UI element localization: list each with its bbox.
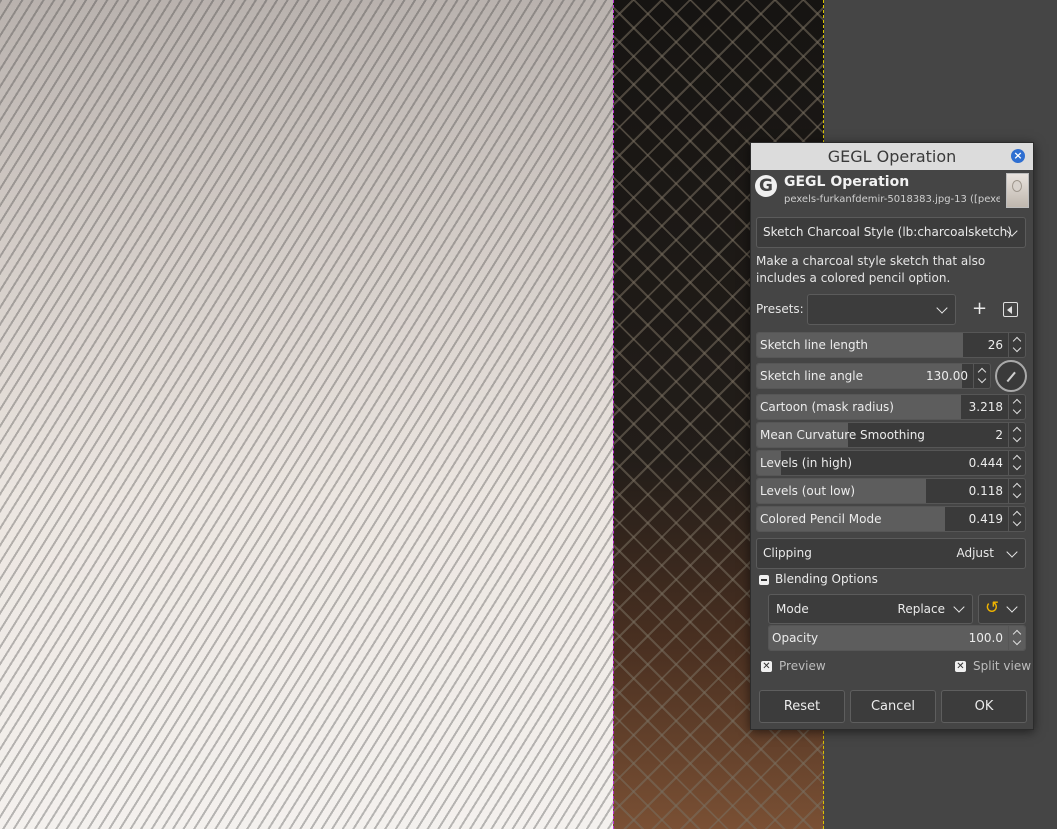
slider-label: Sketch line angle [760, 369, 864, 383]
spin-buttons[interactable] [1008, 395, 1025, 419]
add-preset-icon[interactable]: + [972, 300, 987, 318]
gegl-operation-dialog: GEGL Operation × G GEGL Operation pexels… [750, 142, 1034, 730]
spin-buttons[interactable] [1008, 333, 1025, 357]
header-title: GEGL Operation [784, 174, 910, 190]
levels-in-high-slider[interactable]: Levels (in high) 0.444 [756, 450, 1026, 476]
ok-button[interactable]: OK [941, 690, 1027, 723]
clipping-label: Clipping [763, 546, 812, 560]
clipping-value: Adjust [956, 546, 994, 560]
slider-value[interactable]: 26 [988, 333, 1003, 357]
slider-label: Opacity [772, 631, 819, 645]
spin-buttons[interactable] [1008, 479, 1025, 503]
sketch-line-angle-slider[interactable]: Sketch line angle 130.00 [756, 363, 991, 389]
blending-options-label[interactable]: Blending Options [775, 572, 878, 586]
header-image-name: pexels-furkanfdemir-5018383.jpg-13 ([pex… [784, 194, 1000, 205]
spin-buttons[interactable] [1008, 626, 1025, 650]
operation-select-value: Sketch Charcoal Style (lb:charcoalsketch… [763, 225, 1012, 239]
cancel-button[interactable]: Cancel [850, 690, 936, 723]
split-view-label: Split view [973, 659, 1032, 673]
spin-buttons[interactable] [1008, 451, 1025, 475]
angle-dial[interactable] [995, 360, 1027, 392]
undo-icon: ↺ [985, 598, 1000, 618]
mean-curvature-smoothing-slider[interactable]: Mean Curvature Smoothing 2 [756, 422, 1026, 448]
preview-effect-region [0, 0, 613, 829]
slider-value[interactable]: 130.00 [926, 364, 968, 388]
colored-pencil-mode-slider[interactable]: Colored Pencil Mode 0.419 [756, 506, 1026, 532]
dialog-title: GEGL Operation [827, 147, 957, 166]
chevron-down-icon [953, 601, 965, 613]
chevron-down-icon [1006, 546, 1018, 558]
slider-label: Mean Curvature Smoothing [760, 428, 925, 442]
slider-value[interactable]: 3.218 [969, 395, 1003, 419]
reset-button[interactable]: Reset [759, 690, 845, 723]
slider-label: Cartoon (mask radius) [760, 400, 894, 414]
gimp-logo-icon: G [755, 175, 777, 197]
presets-select[interactable] [807, 294, 956, 325]
spin-buttons[interactable] [1008, 507, 1025, 531]
slider-value[interactable]: 0.419 [969, 507, 1003, 531]
chevron-down-icon [1006, 601, 1018, 613]
image-canvas[interactable] [0, 0, 824, 829]
presets-label: Presets: [756, 302, 804, 316]
blend-mode-reset-button[interactable]: ↺ [978, 594, 1026, 624]
preview-label: Preview [779, 659, 826, 673]
spin-buttons[interactable] [1008, 423, 1025, 447]
slider-label: Levels (in high) [760, 456, 853, 470]
spin-buttons[interactable] [973, 364, 990, 388]
chevron-down-icon [936, 302, 948, 314]
preview-checkbox[interactable]: ✕ [761, 661, 772, 672]
operation-select[interactable]: Sketch Charcoal Style (lb:charcoalsketch… [756, 217, 1026, 248]
slider-value[interactable]: 0.118 [969, 479, 1003, 503]
blend-mode-value: Replace [897, 602, 945, 616]
slider-label: Sketch line length [760, 338, 868, 352]
dialog-titlebar[interactable]: GEGL Operation × [751, 143, 1033, 170]
slider-value[interactable]: 2 [995, 423, 1003, 447]
operation-description: Make a charcoal style sketch that also i… [756, 254, 986, 285]
split-view-guide[interactable] [613, 0, 614, 829]
opacity-slider[interactable]: Opacity 100.0 [768, 625, 1026, 651]
blend-mode-label: Mode [776, 602, 809, 616]
blend-mode-select[interactable]: Mode Replace [768, 594, 973, 624]
slider-label: Colored Pencil Mode [760, 512, 882, 526]
cartoon-mask-radius-slider[interactable]: Cartoon (mask radius) 3.218 [756, 394, 1026, 420]
image-thumbnail [1006, 173, 1029, 208]
collapse-icon[interactable] [759, 575, 769, 585]
sketch-line-length-slider[interactable]: Sketch line length 26 [756, 332, 1026, 358]
clipping-select[interactable]: Clipping Adjust [756, 538, 1026, 569]
slider-value[interactable]: 100.0 [969, 626, 1003, 650]
slider-label: Levels (out low) [760, 484, 856, 498]
split-view-checkbox[interactable]: ✕ [955, 661, 966, 672]
levels-out-low-slider[interactable]: Levels (out low) 0.118 [756, 478, 1026, 504]
slider-value[interactable]: 0.444 [969, 451, 1003, 475]
close-icon[interactable]: × [1011, 149, 1025, 163]
preset-menu-icon[interactable] [1003, 302, 1018, 317]
